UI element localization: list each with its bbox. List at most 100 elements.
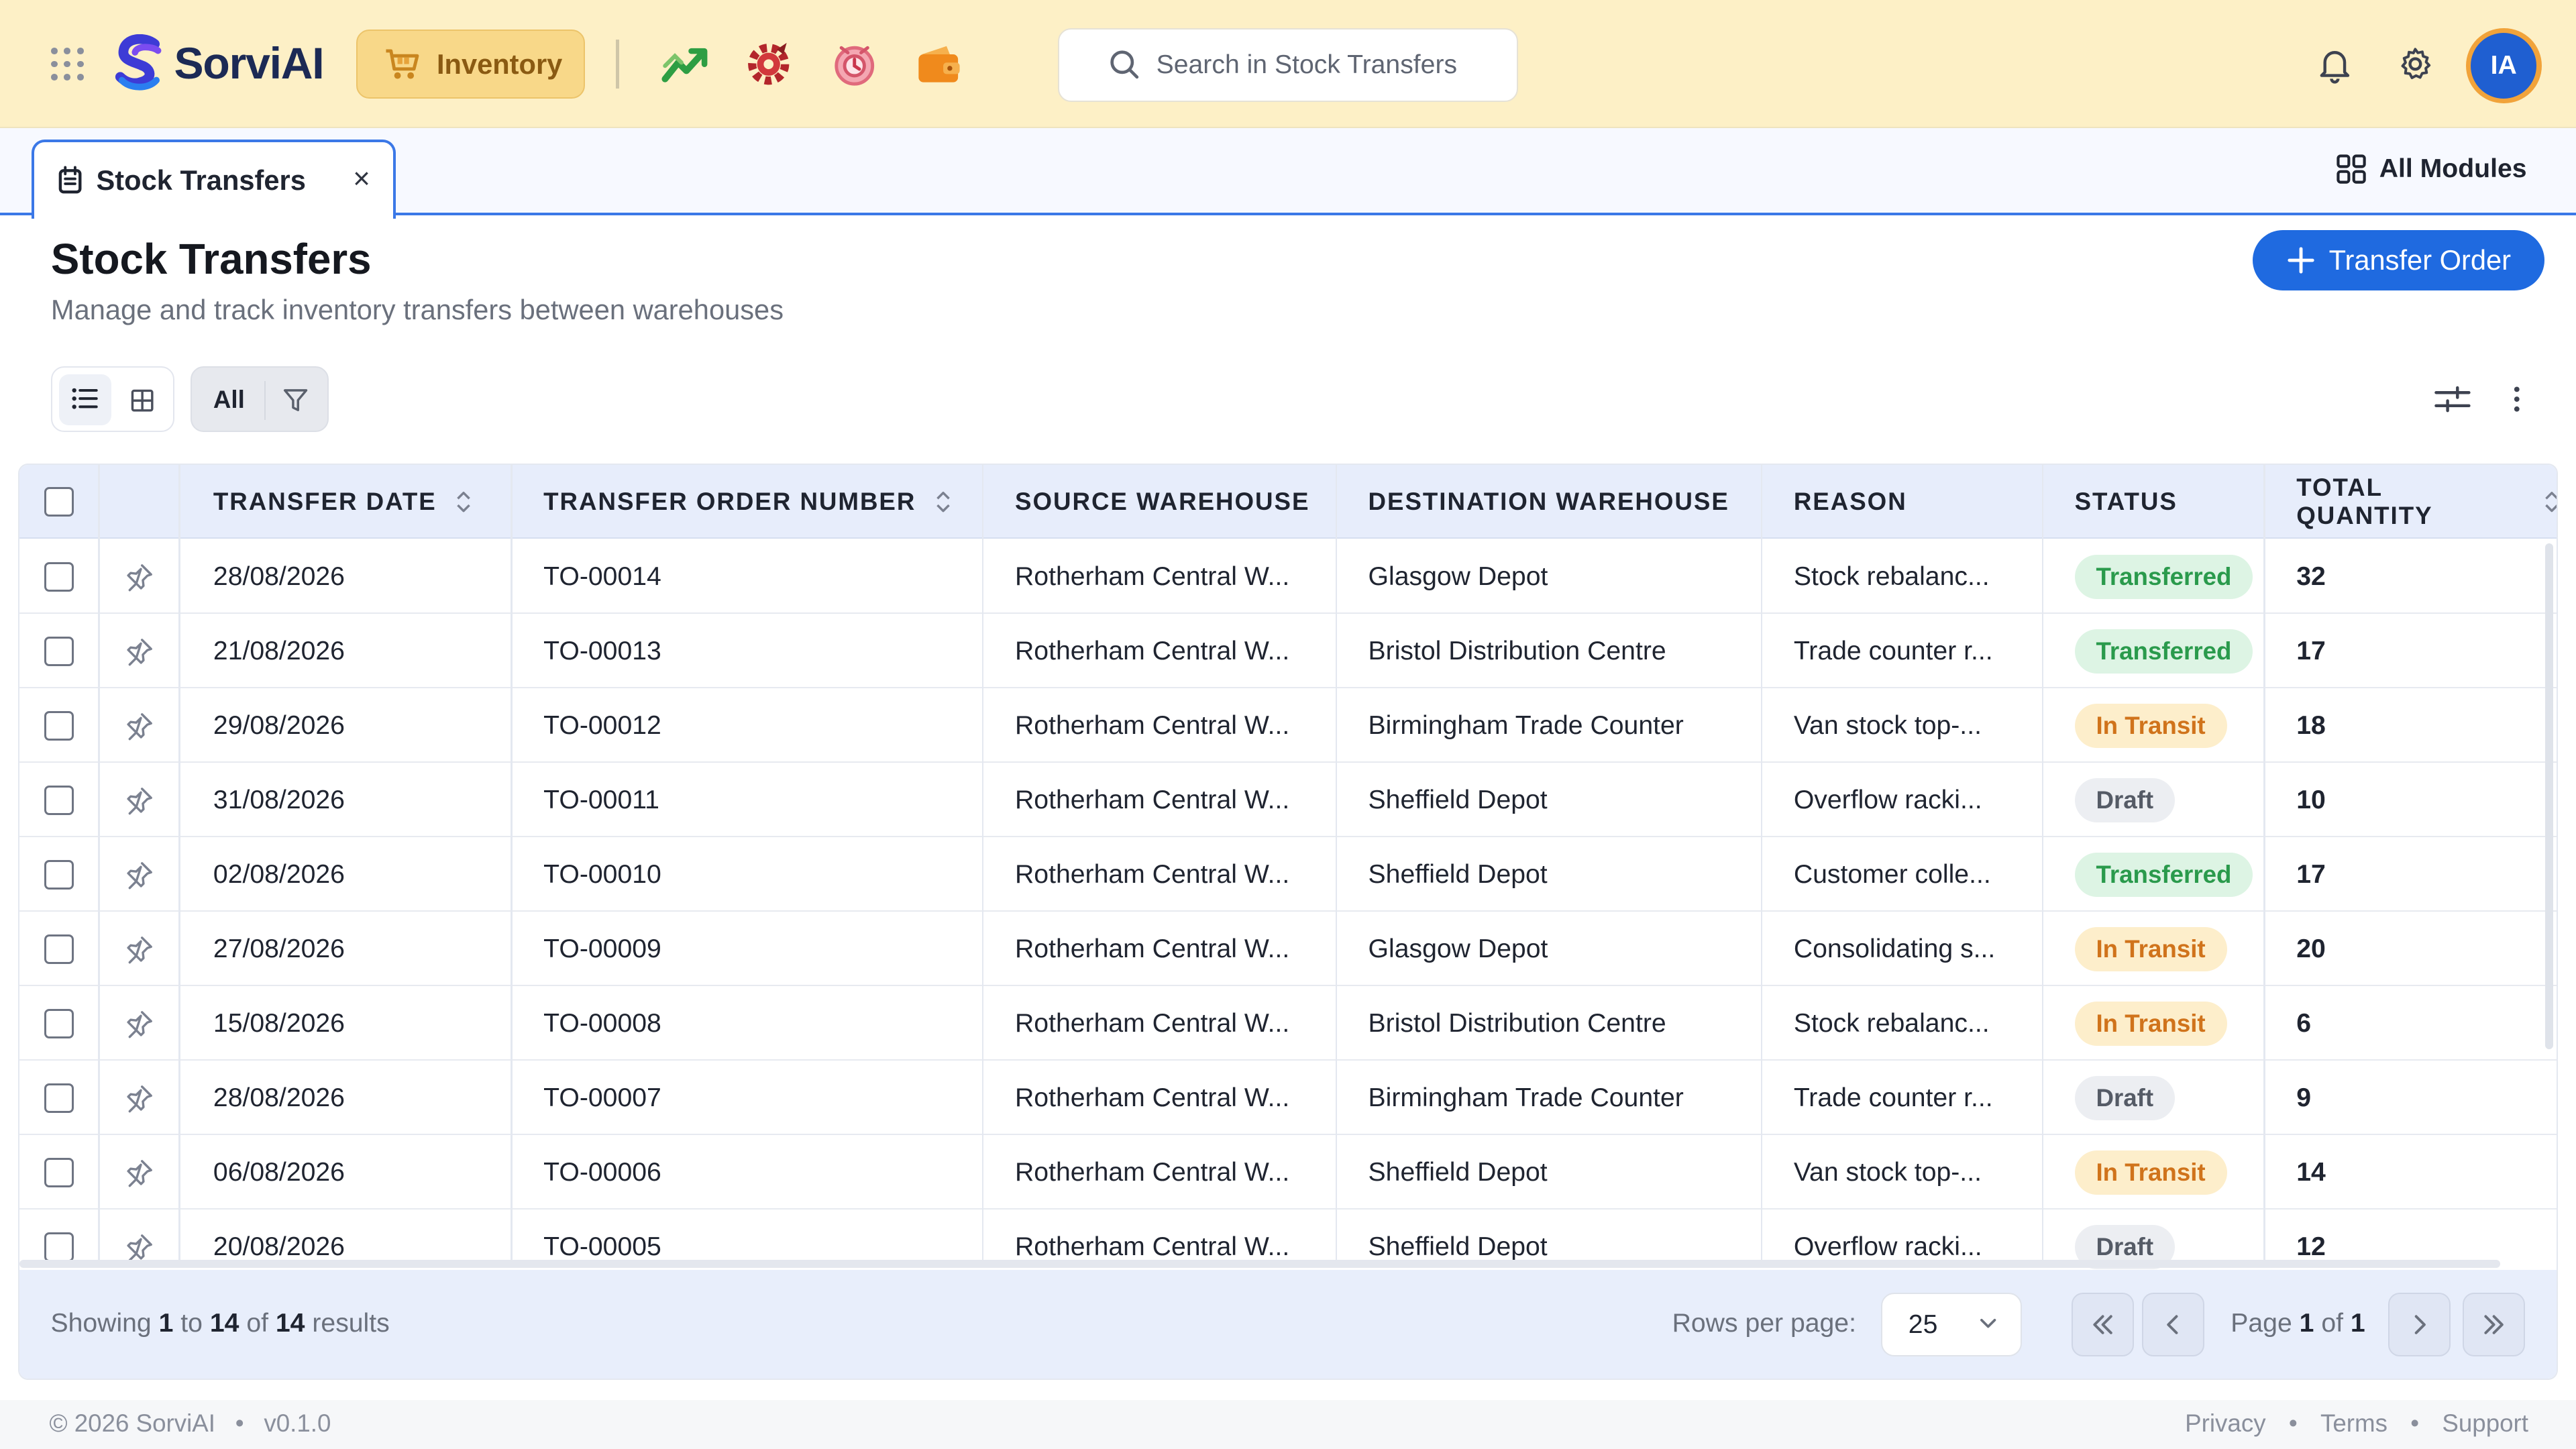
table-row[interactable]: 29/08/2026 TO-00012 Rotherham Central W...… [19, 689, 2557, 763]
cell-transfer-order-number[interactable]: TO-00013 [543, 614, 661, 688]
sales-chart-icon[interactable] [660, 40, 709, 89]
column-divider [2263, 464, 2265, 1263]
privacy-link[interactable]: Privacy [2185, 1409, 2265, 1438]
col-transfer-order-number[interactable]: TRANSFER ORDER NUMBER [543, 465, 951, 539]
pin-icon[interactable] [125, 1232, 154, 1262]
row-select-cell [44, 1136, 74, 1210]
cell-destination-warehouse: Sheffield Depot [1368, 860, 1548, 890]
inventory-module-button[interactable]: Inventory [356, 30, 585, 99]
table-row[interactable]: 27/08/2026 TO-00009 Rotherham Central W...… [19, 912, 2557, 987]
cell-transfer-order-number[interactable]: TO-00007 [543, 1061, 661, 1135]
grid-view-icon[interactable] [131, 389, 154, 412]
cell-transfer-order-number[interactable]: TO-00008 [543, 987, 661, 1061]
document-icon [58, 166, 82, 194]
cell-source-warehouse: Rotherham Central W... [1015, 934, 1290, 964]
cell-transfer-order-number[interactable]: TO-00010 [543, 838, 661, 912]
table-row[interactable]: 31/08/2026 TO-00011 Rotherham Central W...… [19, 763, 2557, 838]
row-checkbox[interactable] [44, 562, 74, 592]
cell-status: Draft [2074, 1061, 2175, 1135]
gear-icon[interactable] [2396, 44, 2435, 84]
cell-source-warehouse: Rotherham Central W... [1015, 637, 1290, 666]
wallet-icon[interactable] [914, 40, 963, 89]
tab-stock-transfers[interactable]: Stock Transfers × [31, 140, 396, 219]
last-page-icon [2483, 1315, 2504, 1334]
service-gear-icon[interactable] [744, 40, 793, 89]
cell-transfer-order-number[interactable]: TO-00006 [543, 1136, 661, 1210]
support-link[interactable]: Support [2442, 1409, 2528, 1438]
row-select-cell [44, 540, 74, 614]
table-row[interactable]: 21/08/2026 TO-00013 Rotherham Central W...… [19, 614, 2557, 689]
cell-transfer-order-number[interactable]: TO-00009 [543, 912, 661, 986]
separator-dot: • [2410, 1409, 2420, 1438]
separator-dot: • [235, 1409, 244, 1438]
row-checkbox[interactable] [44, 1157, 74, 1187]
cell-total-quantity: 14 [2296, 1157, 2326, 1187]
pin-icon[interactable] [125, 934, 154, 964]
table-row[interactable]: 02/08/2026 TO-00010 Rotherham Central W...… [19, 838, 2557, 912]
table-row[interactable]: 28/08/2026 TO-00007 Rotherham Central W...… [19, 1061, 2557, 1136]
results-summary: Showing 1 to 14 of 14 results [50, 1309, 389, 1338]
list-view-button[interactable] [58, 374, 112, 425]
kebab-icon[interactable] [2510, 384, 2524, 414]
row-checkbox[interactable] [44, 860, 74, 890]
first-page-icon [2093, 1315, 2112, 1334]
col-transfer-date[interactable]: TRANSFER DATE [213, 465, 471, 539]
row-select-cell [44, 763, 74, 837]
next-page-button[interactable] [2388, 1292, 2451, 1357]
pin-icon[interactable] [125, 860, 154, 890]
crm-badge-icon[interactable] [830, 40, 879, 89]
table-row[interactable]: 15/08/2026 TO-00008 Rotherham Central W...… [19, 986, 2557, 1061]
pin-icon[interactable] [125, 1083, 154, 1113]
horizontal-scrollbar[interactable] [19, 1259, 2500, 1269]
cell-destination-warehouse: Sheffield Depot [1368, 786, 1548, 815]
filter-icon[interactable] [282, 387, 309, 413]
cell-destination-warehouse: Bristol Distribution Centre [1368, 637, 1666, 666]
first-page-button[interactable] [2071, 1292, 2134, 1357]
all-modules-button[interactable]: All Modules [2337, 154, 2527, 184]
prev-page-button[interactable] [2142, 1292, 2205, 1357]
col-status[interactable]: STATUS [2075, 465, 2178, 539]
cell-reason: Stock rebalanc... [1793, 562, 1990, 592]
terms-link[interactable]: Terms [2320, 1409, 2387, 1438]
pin-icon[interactable] [125, 637, 154, 666]
row-checkbox[interactable] [44, 934, 74, 965]
row-checkbox[interactable] [44, 637, 74, 667]
row-checkbox[interactable] [44, 1008, 74, 1039]
brand-logo[interactable]: SorviAI [112, 33, 325, 95]
col-total-quantity[interactable]: TOTAL QUANTITY [2296, 465, 2557, 539]
add-transfer-order-button[interactable]: Transfer Order [2252, 229, 2545, 291]
col-destination-warehouse[interactable]: DESTINATION WAREHOUSE [1368, 465, 1729, 539]
brand-name: SorviAI [174, 39, 325, 89]
pin-icon[interactable] [125, 562, 154, 592]
cell-destination-warehouse: Bristol Distribution Centre [1368, 1008, 1666, 1038]
user-avatar[interactable]: IA [2465, 28, 2542, 104]
row-checkbox[interactable] [44, 786, 74, 816]
search-input[interactable]: Search in Stock Transfers [1058, 28, 1518, 102]
row-pin-cell [125, 614, 154, 688]
pin-icon[interactable] [125, 711, 154, 741]
apps-grid-icon[interactable] [50, 48, 84, 80]
pin-icon[interactable] [125, 786, 154, 815]
row-checkbox[interactable] [44, 1083, 74, 1113]
col-source-warehouse[interactable]: SOURCE WAREHOUSE [1015, 465, 1309, 539]
rows-per-page-select[interactable]: 25 [1880, 1292, 2023, 1357]
vertical-scrollbar[interactable] [2544, 543, 2554, 1050]
cell-transfer-order-number[interactable]: TO-00014 [543, 540, 661, 614]
filter-all-tab[interactable]: All [213, 386, 245, 414]
last-page-button[interactable] [2462, 1292, 2525, 1357]
results-word: results [312, 1309, 390, 1338]
select-all-checkbox[interactable] [44, 486, 74, 517]
close-icon[interactable]: × [353, 162, 370, 196]
cell-transfer-order-number[interactable]: TO-00011 [543, 763, 659, 837]
row-checkbox[interactable] [44, 711, 74, 741]
table-row[interactable]: 28/08/2026 TO-00014 Rotherham Central W...… [19, 540, 2557, 614]
bell-icon[interactable] [2315, 44, 2355, 84]
sliders-icon[interactable] [2434, 384, 2471, 414]
col-reason[interactable]: REASON [1794, 465, 1907, 539]
pin-icon[interactable] [125, 1158, 154, 1187]
pin-icon[interactable] [125, 1009, 154, 1038]
cell-transfer-order-number[interactable]: TO-00012 [543, 689, 661, 763]
select-all-cell [44, 465, 74, 539]
row-checkbox[interactable] [44, 1232, 74, 1262]
table-row[interactable]: 06/08/2026 TO-00006 Rotherham Central W...… [19, 1135, 2557, 1210]
